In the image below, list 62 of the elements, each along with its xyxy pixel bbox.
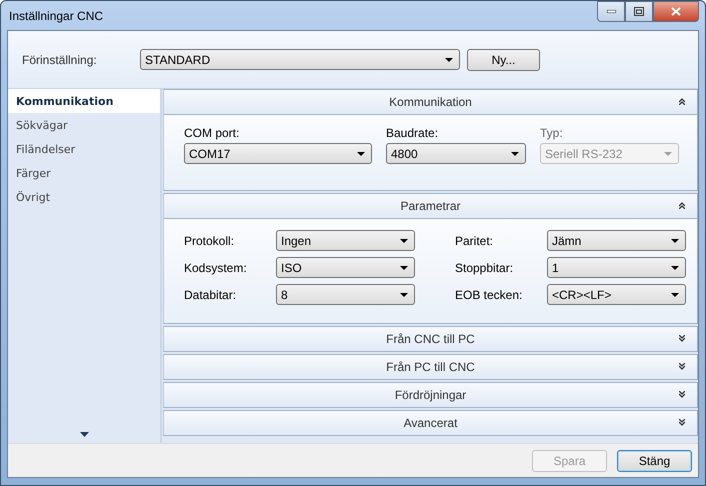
field-label: Baudrate:: [386, 126, 440, 140]
field-label: EOB tecken:: [455, 288, 524, 302]
expand-icon[interactable]: [679, 419, 685, 426]
close-icon: [671, 7, 681, 16]
dropdown-arrow-icon: [400, 238, 408, 242]
dropdown-arrow-icon: [400, 266, 408, 270]
expand-icon[interactable]: [679, 363, 685, 370]
field-label: Typ:: [540, 126, 564, 140]
section-title: Från PC till CNC: [386, 360, 475, 374]
section-title: Från CNC till PC: [386, 332, 475, 346]
field-label: Paritet:: [455, 234, 494, 248]
dropdown-arrow-icon: [664, 152, 672, 156]
section-title: Avancerat: [404, 416, 458, 430]
section-header[interactable]: Från CNC till PC: [164, 327, 697, 351]
window-title: Inställningar CNC: [8, 8, 104, 22]
new-button[interactable]: Ny...: [467, 48, 540, 70]
dropdown[interactable]: ISO: [276, 257, 415, 278]
dropdown[interactable]: STANDARD: [140, 49, 460, 70]
section-title: Kommunikation: [389, 95, 472, 109]
dropdown[interactable]: Jämn: [547, 230, 686, 251]
close-button[interactable]: [653, 1, 699, 22]
minimize-button[interactable]: [597, 1, 625, 22]
field-label: COM port:: [184, 126, 240, 140]
collapse-icon[interactable]: [679, 98, 685, 105]
scroll-down-icon[interactable]: [80, 432, 88, 437]
expand-icon[interactable]: [679, 335, 685, 342]
dropdown[interactable]: Ingen: [276, 230, 415, 251]
dropdown-arrow-icon: [671, 292, 679, 296]
field-label: Protokoll:: [184, 234, 236, 248]
close-dialog-button[interactable]: Stäng: [617, 450, 692, 472]
section-header[interactable]: Parametrar: [164, 194, 697, 218]
sidebar-item[interactable]: Övrigt: [8, 185, 160, 209]
dropdown-arrow-icon: [445, 58, 453, 62]
dropdown[interactable]: COM17: [184, 143, 372, 164]
dropdown[interactable]: 8: [276, 284, 415, 305]
dropdown-arrow-icon: [511, 152, 519, 156]
section-header[interactable]: Kommunikation: [164, 90, 697, 114]
preset-label: Förinställning:: [22, 52, 98, 66]
minimize-icon: [606, 10, 616, 13]
maximize-button[interactable]: [625, 1, 653, 22]
collapse-icon[interactable]: [679, 202, 685, 209]
field-label: Databitar:: [184, 288, 238, 302]
section-header[interactable]: Avancerat: [164, 411, 697, 435]
field-label: Kodsystem:: [184, 260, 248, 274]
expand-icon[interactable]: [679, 391, 685, 398]
maximize-icon: [634, 7, 644, 16]
section-header[interactable]: Fördröjningar: [164, 383, 697, 407]
sidebar-item[interactable]: Färger: [8, 161, 160, 185]
dropdown[interactable]: 1: [547, 257, 686, 278]
dropdown[interactable]: <CR><LF>: [547, 284, 686, 305]
dropdown-arrow-icon: [400, 292, 408, 296]
sidebar-item[interactable]: Kommunikation: [8, 89, 160, 113]
section-title: Parametrar: [400, 199, 461, 213]
dropdown-arrow-icon: [357, 152, 365, 156]
section-header[interactable]: Från PC till CNC: [164, 355, 697, 379]
dropdown-arrow-icon: [671, 238, 679, 242]
section-title: Fördröjningar: [394, 388, 466, 402]
sidebar-item[interactable]: Filändelser: [8, 137, 160, 161]
dropdown[interactable]: 4800: [386, 143, 526, 164]
field-label: Stoppbitar:: [455, 260, 514, 274]
sidebar-item[interactable]: Sökvägar: [8, 113, 160, 137]
dropdown-arrow-icon: [671, 266, 679, 270]
